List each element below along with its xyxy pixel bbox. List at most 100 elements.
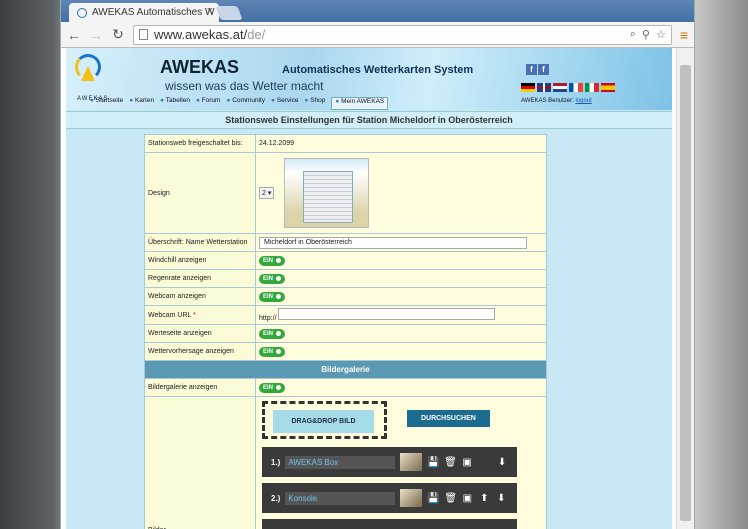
- gallery-name-input[interactable]: AWEKAS Box: [285, 455, 396, 469]
- value-regenrate: EIN: [255, 269, 547, 288]
- browser-tab[interactable]: AWEKAS Automatisches W ×: [69, 3, 219, 22]
- slogan: wissen was das Wetter macht: [165, 79, 324, 93]
- facebook-icon[interactable]: f: [526, 64, 537, 75]
- tab-title: AWEKAS Automatisches W: [92, 7, 215, 18]
- row-design: Design 2 ▾: [144, 152, 547, 234]
- nav-forum[interactable]: Forum: [196, 97, 221, 110]
- nav-community[interactable]: Community: [226, 97, 265, 110]
- regenrate-toggle[interactable]: EIN: [259, 273, 286, 284]
- settings-table: Stationsweb freigeschaltet bis: 24.12.20…: [144, 134, 547, 529]
- url-host: www.awekas.at/: [154, 27, 248, 42]
- value-bilder: DRAG&DROP BILD DURCHSUCHEN 1.) AWEKAS Bo…: [255, 396, 547, 529]
- label-windchill: Windchill anzeigen: [144, 251, 256, 270]
- label-bilder: Bilder: [144, 396, 256, 529]
- value-webcam: EIN: [255, 287, 547, 306]
- image-icon[interactable]: ▣: [461, 457, 473, 468]
- scrollbar-thumb[interactable]: [680, 65, 691, 521]
- werteseite-toggle[interactable]: EIN: [259, 328, 286, 339]
- design-select[interactable]: 2 ▾: [259, 186, 275, 199]
- address-bar[interactable]: www.awekas.at/de/ ⌕ ⚲ ☆: [133, 24, 672, 45]
- extension-icon[interactable]: ⚲: [642, 28, 650, 41]
- user-info: AWEKAS Benutzer: logout: [521, 98, 592, 104]
- label-werteseite: Werteseite anzeigen: [144, 324, 256, 343]
- gallery-thumbnail: [400, 489, 423, 507]
- label-ueberschrift: Überschrift: Name Wetterstation: [144, 233, 256, 252]
- row-freigeschaltet: Stationsweb freigeschaltet bis: 24.12.20…: [144, 134, 547, 153]
- user-label: AWEKAS Benutzer:: [521, 98, 574, 104]
- nav-shop[interactable]: Shop: [304, 97, 325, 110]
- browse-button[interactable]: DURCHSUCHEN: [406, 410, 490, 427]
- value-freigeschaltet: 24.12.2099: [255, 134, 547, 153]
- row-regenrate: Regenrate anzeigen EIN: [144, 269, 547, 288]
- arrow-down-icon[interactable]: ⬇: [496, 457, 508, 468]
- arrow-up-icon[interactable]: ⬆: [478, 493, 490, 504]
- main-nav: Startseite Karten Tabellen Forum Communi…: [66, 97, 389, 110]
- row-webcam-url: Webcam URL * http://: [144, 305, 547, 325]
- row-vorhersage: Wettervorhersage anzeigen EIN: [144, 342, 547, 361]
- vorhersage-toggle[interactable]: EIN: [259, 346, 286, 357]
- drag-drop-zone[interactable]: DRAG&DROP BILD: [262, 401, 387, 439]
- awekas-logo[interactable]: AWEKAS: [72, 54, 107, 102]
- ueberschrift-input[interactable]: Micheldorf in Oberösterreich: [259, 236, 527, 249]
- section-bildergalerie: Bildergalerie: [144, 360, 547, 379]
- gallery-num: 1.): [271, 457, 281, 467]
- page-scrollbar[interactable]: [676, 48, 694, 529]
- page-viewport: AWEKAS AWEKAS Automatisches Wetterkarten…: [61, 48, 677, 529]
- save-icon[interactable]: 💾: [427, 457, 439, 468]
- search-icon[interactable]: ⌕: [630, 28, 636, 41]
- nav-mein-awekas[interactable]: Mein AWEKAS: [331, 97, 389, 110]
- menu-icon[interactable]: ≡: [680, 27, 688, 43]
- flag-en-icon[interactable]: [537, 83, 551, 92]
- value-webcam-url: http://: [255, 305, 547, 325]
- design-select-value: 2: [262, 189, 266, 197]
- row-webcam: Webcam anzeigen EIN: [144, 287, 547, 306]
- label-design: Design: [144, 152, 256, 234]
- arrow-down-icon[interactable]: ⬇: [495, 493, 507, 504]
- close-tab-icon[interactable]: ×: [207, 5, 213, 17]
- value-werteseite: EIN: [255, 324, 547, 343]
- required-marker: *: [193, 311, 196, 319]
- flag-fr-icon[interactable]: [569, 83, 583, 92]
- favicon-icon: [77, 7, 87, 18]
- nav-karten[interactable]: Karten: [129, 97, 154, 110]
- nav-startseite[interactable]: Startseite: [90, 97, 123, 110]
- new-tab-button[interactable]: [215, 6, 243, 20]
- row-windchill: Windchill anzeigen EIN: [144, 251, 547, 270]
- flag-es-icon[interactable]: [601, 83, 615, 92]
- value-vorhersage: EIN: [255, 342, 547, 361]
- page-icon: [139, 29, 148, 40]
- webcam-toggle[interactable]: EIN: [259, 291, 286, 302]
- windchill-toggle[interactable]: EIN: [259, 255, 286, 266]
- tab-strip: AWEKAS Automatisches W ×: [61, 0, 694, 22]
- label-freigeschaltet: Stationsweb freigeschaltet bis:: [144, 134, 256, 153]
- bildergalerie-toggle[interactable]: EIN: [259, 382, 286, 393]
- gallery-row: 1.) AWEKAS Box 💾 🗑 ▣ ⬇: [262, 447, 517, 477]
- row-bildergalerie: Bildergalerie anzeigen EIN: [144, 378, 547, 397]
- image-icon[interactable]: ▣: [461, 493, 473, 504]
- url-path: de/: [247, 27, 266, 42]
- gallery-row: 2.) Konsole 💾 🗑 ▣ ⬆ ⬇: [262, 483, 517, 513]
- back-icon[interactable]: ←: [67, 27, 81, 43]
- awekas-site: AWEKAS AWEKAS Automatisches Wetterkarten…: [66, 48, 672, 529]
- gallery-num: 2.): [271, 493, 281, 503]
- flag-nl-icon[interactable]: [553, 83, 567, 92]
- value-windchill: EIN: [255, 251, 547, 270]
- trash-icon[interactable]: 🗑: [444, 493, 457, 504]
- like-icon[interactable]: f: [538, 64, 549, 75]
- drag-drop-label: DRAG&DROP BILD: [273, 410, 374, 433]
- reload-icon[interactable]: ↻: [111, 26, 125, 43]
- gallery-row: [262, 519, 517, 529]
- trash-icon[interactable]: 🗑: [444, 457, 457, 468]
- nav-tabellen[interactable]: Tabellen: [160, 97, 190, 110]
- webcam-url-input[interactable]: [278, 308, 496, 320]
- flag-de-icon[interactable]: [521, 83, 535, 92]
- flag-it-icon[interactable]: [585, 83, 599, 92]
- save-icon[interactable]: 💾: [427, 493, 439, 504]
- label-webcam-url: Webcam URL *: [144, 305, 256, 325]
- star-icon[interactable]: ☆: [656, 28, 666, 41]
- gallery-name-input[interactable]: Konsole: [285, 491, 396, 505]
- logout-link[interactable]: logout: [575, 98, 591, 104]
- webcam-url-label: Webcam URL: [148, 311, 192, 319]
- forward-icon[interactable]: →: [89, 27, 103, 43]
- nav-service[interactable]: Service: [271, 97, 299, 110]
